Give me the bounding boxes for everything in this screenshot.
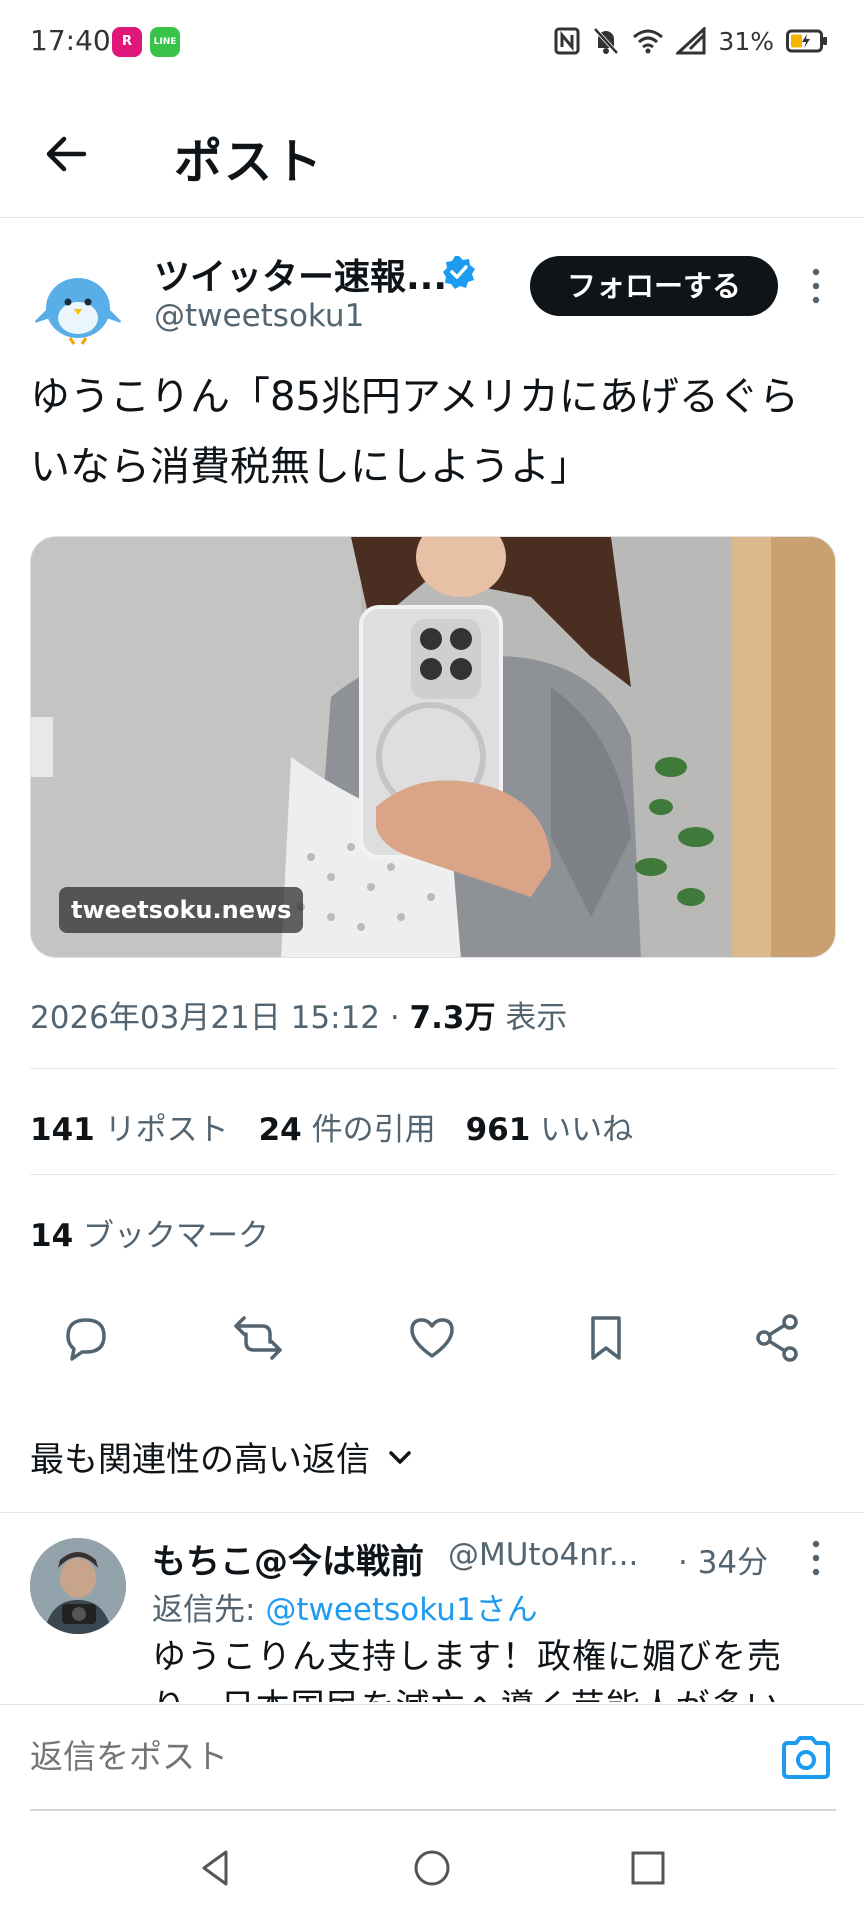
battery-icon (786, 29, 827, 53)
views-label: 表示 (495, 1000, 568, 1036)
signal-icon (676, 27, 706, 55)
reply-to-line: 返信先: @tweetsoku1さん (152, 1584, 538, 1629)
bookmark-icon[interactable] (580, 1312, 632, 1364)
reply-to-prefix: 返信先: (152, 1592, 266, 1628)
status-bar: 17:40 R LINE 31% (0, 0, 864, 84)
nav-recents-icon[interactable] (626, 1846, 670, 1890)
timestamp-text: 2026年03月21日 15:12 · (30, 1000, 410, 1036)
follow-button[interactable]: フォローする (530, 256, 778, 316)
tweet-media[interactable]: tweetsoku.news (30, 536, 836, 958)
line-icon: LINE (150, 27, 180, 57)
tweet-text: ゆうこりん「85兆円アメリカにあげるぐらいなら消費税無しにしようよ」 (30, 374, 799, 490)
reply-avatar[interactable] (30, 1538, 126, 1634)
reply-composer (0, 1704, 864, 1812)
bird-mascot-icon (32, 278, 124, 345)
reply-time: · 34分 (678, 1545, 769, 1581)
replies-sort-dropdown[interactable]: 最も関連性の高い返信 (30, 1432, 414, 1481)
replies-sort-label: 最も関連性の高い返信 (30, 1440, 370, 1480)
tweet-timestamp: 2026年03月21日 15:12 · 7.3万 表示 (30, 992, 567, 1037)
bookmarks-count: 14 (30, 1218, 74, 1254)
bookmarks-stat[interactable]: 14 ブックマーク (30, 1210, 269, 1255)
repost-icon[interactable] (232, 1312, 284, 1364)
views-count: 7.3万 (409, 1000, 496, 1036)
author-avatar[interactable] (30, 252, 126, 348)
divider (30, 1174, 836, 1175)
author-handle[interactable]: @tweetsoku1 (154, 298, 364, 334)
page-title: ポスト (174, 134, 325, 190)
composer-underline (30, 1809, 836, 1811)
likes-label: いいね (540, 1112, 634, 1148)
reply-author-handle[interactable]: @MUto4nr... (448, 1537, 638, 1573)
reposts-count: 141 (30, 1112, 95, 1148)
camera-icon[interactable] (780, 1735, 832, 1781)
author-name[interactable]: ツイッター速報... (154, 248, 447, 300)
more-options-icon[interactable] (804, 1538, 828, 1578)
likes-count: 961 (465, 1112, 531, 1148)
battery-percent: 31% (718, 26, 774, 56)
quotes-stat[interactable]: 24 件の引用 (259, 1104, 436, 1149)
engagement-stats: 141 リポスト 24 件の引用 961 いいね (30, 1104, 663, 1149)
share-icon[interactable] (752, 1312, 804, 1364)
reposts-stat[interactable]: 141 リポスト (30, 1104, 229, 1149)
more-options-icon[interactable] (804, 266, 828, 306)
reposts-label: リポスト (104, 1112, 229, 1148)
likes-stat[interactable]: 961 いいね (466, 1104, 634, 1149)
media-watermark: tweetsoku.news (59, 887, 304, 933)
reply-input[interactable] (30, 1727, 730, 1787)
reply-avatar-photo (30, 1538, 126, 1634)
app-header: ポスト (0, 84, 864, 218)
chevron-down-icon (389, 1450, 411, 1464)
mute-bell-icon (593, 27, 619, 55)
nfc-icon (554, 27, 580, 55)
back-arrow-icon[interactable] (40, 128, 92, 180)
divider (0, 1512, 864, 1513)
like-heart-icon[interactable] (406, 1312, 458, 1364)
reply-author-name[interactable]: もちこ@今は戦前 (152, 1534, 424, 1583)
wifi-icon (633, 29, 664, 54)
nav-home-icon[interactable] (410, 1846, 454, 1890)
quotes-label: 件の引用 (311, 1112, 436, 1148)
divider (30, 1068, 836, 1069)
quotes-count: 24 (258, 1112, 302, 1148)
reply-icon[interactable] (60, 1312, 112, 1364)
reply-text: ゆうこりん支持します！政権に媚びを売り、日本国民を滅亡へ導く芸能人が多い (152, 1637, 782, 1702)
bookmarks-label: ブックマーク (83, 1218, 269, 1254)
system-nav-bar (0, 1812, 864, 1920)
nav-back-icon[interactable] (194, 1846, 238, 1890)
rakuten-icon: R (112, 27, 142, 57)
status-time: 17:40 (30, 24, 111, 57)
reply-to-link[interactable]: @tweetsoku1さん (265, 1592, 537, 1628)
status-icons: 31% (554, 24, 828, 58)
verified-badge-icon (443, 256, 475, 289)
